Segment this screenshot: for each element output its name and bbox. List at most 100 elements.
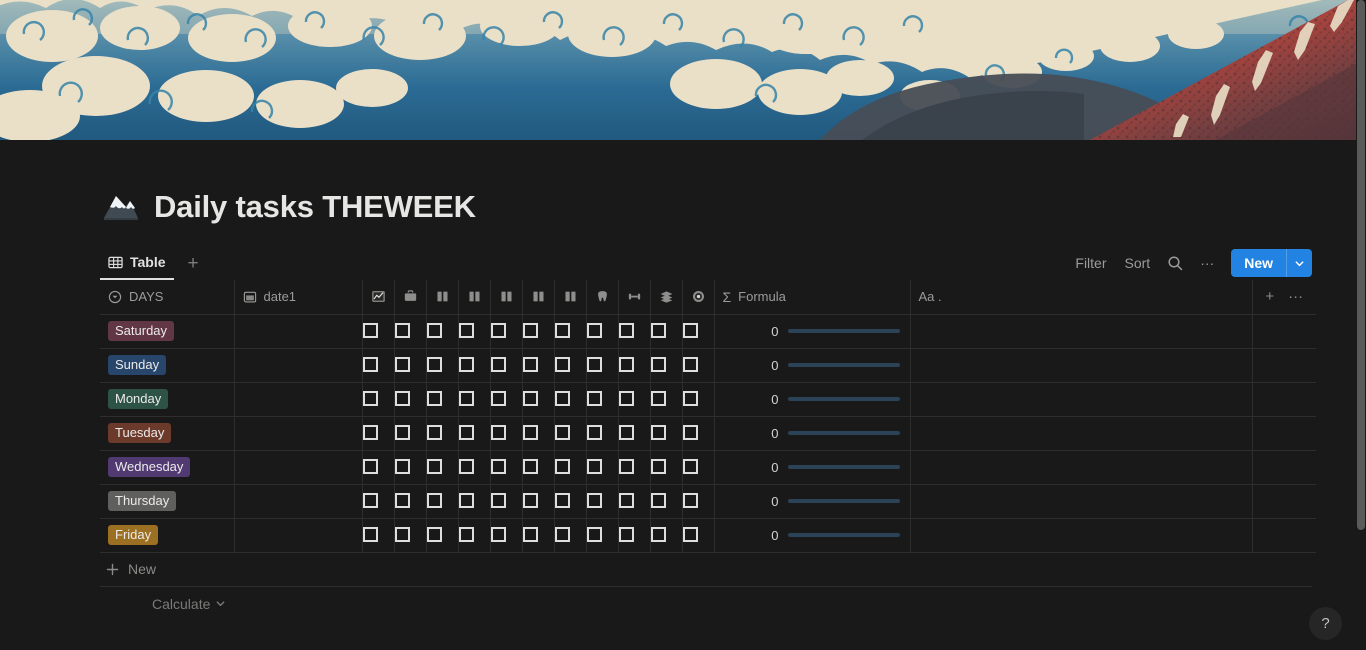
cell-checkbox[interactable] xyxy=(490,416,523,450)
cell-checkbox[interactable] xyxy=(554,314,587,348)
cell-aa[interactable] xyxy=(910,416,1253,450)
vertical-scrollbar[interactable] xyxy=(1356,0,1366,650)
checkbox[interactable] xyxy=(490,323,506,339)
cell-checkbox[interactable] xyxy=(618,450,651,484)
table-row[interactable]: Monday 0 xyxy=(100,382,1316,416)
cell-checkbox[interactable] xyxy=(650,484,683,518)
cell-aa[interactable] xyxy=(910,518,1253,552)
cell-checkbox[interactable] xyxy=(682,450,715,484)
cell-checkbox[interactable] xyxy=(586,314,619,348)
cell-checkbox[interactable] xyxy=(618,518,651,552)
cell-formula[interactable]: 0 xyxy=(714,518,911,552)
table-row[interactable]: Tuesday 0 xyxy=(100,416,1316,450)
checkbox[interactable] xyxy=(586,391,602,407)
cell-checkbox[interactable] xyxy=(682,314,715,348)
checkbox[interactable] xyxy=(362,493,378,509)
cell-checkbox[interactable] xyxy=(586,416,619,450)
table-row[interactable]: Friday 0 xyxy=(100,518,1316,552)
page-cover[interactable] xyxy=(0,0,1366,140)
checkbox[interactable] xyxy=(682,391,698,407)
cell-checkbox[interactable] xyxy=(554,416,587,450)
cell-checkbox[interactable] xyxy=(586,382,619,416)
vertical-scrollbar-thumb[interactable] xyxy=(1357,0,1365,530)
checkbox[interactable] xyxy=(586,493,602,509)
checkbox[interactable] xyxy=(586,459,602,475)
column-header-dumbbell[interactable] xyxy=(618,280,651,314)
checkbox[interactable] xyxy=(682,323,698,339)
checkbox[interactable] xyxy=(522,459,538,475)
checkbox[interactable] xyxy=(394,493,410,509)
column-header-aa[interactable]: Aa . xyxy=(910,280,1253,314)
checkbox[interactable] xyxy=(650,323,666,339)
cell-checkbox[interactable] xyxy=(618,314,651,348)
cell-checkbox[interactable] xyxy=(522,416,555,450)
checkbox[interactable] xyxy=(522,493,538,509)
cell-checkbox[interactable] xyxy=(362,450,395,484)
tab-table[interactable]: Table xyxy=(100,246,174,280)
checkbox[interactable] xyxy=(490,527,506,543)
checkbox[interactable] xyxy=(682,459,698,475)
cell-checkbox[interactable] xyxy=(586,518,619,552)
cell-checkbox[interactable] xyxy=(554,450,587,484)
checkbox[interactable] xyxy=(522,425,538,441)
cell-formula[interactable]: 0 xyxy=(714,382,911,416)
checkbox[interactable] xyxy=(426,527,442,543)
cell-checkbox[interactable] xyxy=(522,314,555,348)
cell-checkbox[interactable] xyxy=(426,348,459,382)
checkbox[interactable] xyxy=(362,391,378,407)
cell-checkbox[interactable] xyxy=(458,382,491,416)
checkbox[interactable] xyxy=(522,391,538,407)
cell-date1[interactable] xyxy=(234,416,363,450)
add-view-button[interactable]: + xyxy=(178,254,209,273)
checkbox[interactable] xyxy=(394,425,410,441)
checkbox[interactable] xyxy=(586,357,602,373)
cell-checkbox[interactable] xyxy=(394,484,427,518)
cell-checkbox[interactable] xyxy=(618,348,651,382)
cell-day[interactable]: Monday xyxy=(100,382,235,416)
cell-checkbox[interactable] xyxy=(426,484,459,518)
column-header-record[interactable] xyxy=(682,280,715,314)
checkbox[interactable] xyxy=(394,459,410,475)
checkbox[interactable] xyxy=(682,425,698,441)
column-options-button[interactable]: ··· xyxy=(1288,289,1303,304)
cell-checkbox[interactable] xyxy=(394,314,427,348)
checkbox[interactable] xyxy=(618,323,634,339)
cell-formula[interactable]: 0 xyxy=(714,348,911,382)
checkbox[interactable] xyxy=(650,425,666,441)
cell-aa[interactable] xyxy=(910,450,1253,484)
checkbox[interactable] xyxy=(554,391,570,407)
checkbox[interactable] xyxy=(490,391,506,407)
checkbox[interactable] xyxy=(394,323,410,339)
column-header-book-2[interactable] xyxy=(458,280,491,314)
cell-checkbox[interactable] xyxy=(394,348,427,382)
cell-checkbox[interactable] xyxy=(522,348,555,382)
cell-aa[interactable] xyxy=(910,348,1253,382)
cell-checkbox[interactable] xyxy=(618,416,651,450)
checkbox[interactable] xyxy=(426,425,442,441)
checkbox[interactable] xyxy=(618,391,634,407)
cell-checkbox[interactable] xyxy=(618,382,651,416)
checkbox[interactable] xyxy=(618,425,634,441)
cell-checkbox[interactable] xyxy=(394,416,427,450)
day-tag[interactable]: Saturday xyxy=(108,321,175,341)
cell-checkbox[interactable] xyxy=(682,484,715,518)
more-options-button[interactable]: ··· xyxy=(1191,250,1223,276)
page-title[interactable]: Daily tasks THEWEEK xyxy=(154,191,476,222)
column-header-book-1[interactable] xyxy=(426,280,459,314)
day-tag[interactable]: Monday xyxy=(108,389,169,409)
cell-checkbox[interactable] xyxy=(650,518,683,552)
checkbox[interactable] xyxy=(362,323,378,339)
checkbox[interactable] xyxy=(394,357,410,373)
checkbox[interactable] xyxy=(522,357,538,373)
column-header-book-3[interactable] xyxy=(490,280,523,314)
cell-checkbox[interactable] xyxy=(426,450,459,484)
cell-checkbox[interactable] xyxy=(682,416,715,450)
cell-checkbox[interactable] xyxy=(554,382,587,416)
checkbox[interactable] xyxy=(426,323,442,339)
checkbox[interactable] xyxy=(650,493,666,509)
cell-aa[interactable] xyxy=(910,484,1253,518)
checkbox[interactable] xyxy=(394,527,410,543)
cell-aa[interactable] xyxy=(910,314,1253,348)
cell-checkbox[interactable] xyxy=(618,484,651,518)
cell-checkbox[interactable] xyxy=(650,382,683,416)
